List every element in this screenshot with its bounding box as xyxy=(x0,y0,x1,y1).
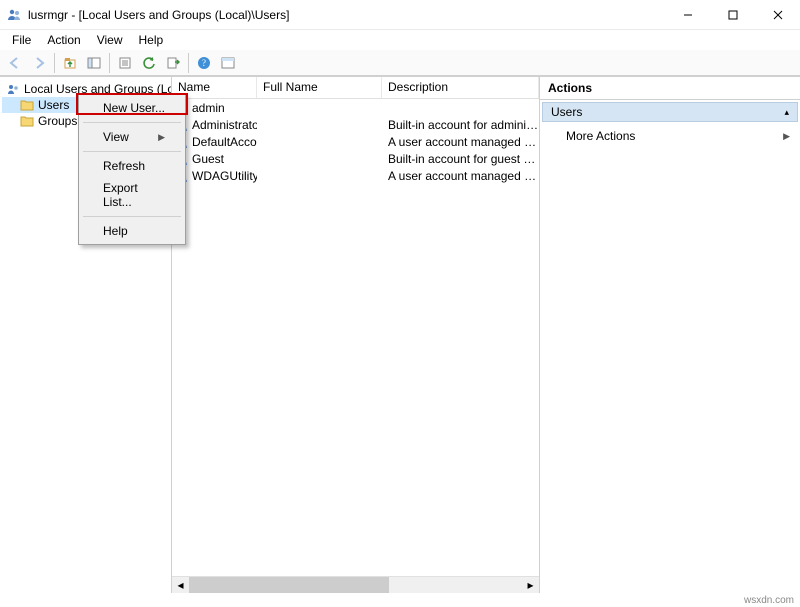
menu-help[interactable]: Help xyxy=(131,31,172,49)
context-help[interactable]: Help xyxy=(81,220,183,242)
menubar: File Action View Help xyxy=(0,30,800,50)
cell-name: Guest xyxy=(192,152,224,166)
context-new-user[interactable]: New User... xyxy=(81,97,183,119)
window-title: lusrmgr - [Local Users and Groups (Local… xyxy=(28,8,289,22)
context-export-list[interactable]: Export List... xyxy=(81,177,183,213)
view-mode-icon[interactable] xyxy=(217,52,239,74)
list-row[interactable]: WDAGUtility... A user account managed and… xyxy=(172,167,539,184)
cell-description: Built-in account for administering xyxy=(382,118,539,132)
folder-icon xyxy=(20,115,34,127)
tree-node-label: Users xyxy=(38,98,69,112)
scroll-right-icon[interactable]: ▸ xyxy=(522,577,539,594)
context-view[interactable]: View ▶ xyxy=(81,126,183,148)
list-body[interactable]: admin Administrator Built-in account for a… xyxy=(172,99,539,576)
cell-name: WDAGUtility... xyxy=(192,169,257,183)
context-separator xyxy=(83,122,181,123)
cell-name: admin xyxy=(192,101,225,115)
mmc-app-icon xyxy=(6,7,22,23)
context-refresh[interactable]: Refresh xyxy=(81,155,183,177)
submenu-arrow-icon: ▶ xyxy=(783,131,790,142)
cell-name: Administrator xyxy=(192,118,257,132)
list-row[interactable]: DefaultAcco... A user account managed by … xyxy=(172,133,539,150)
list-pane: Name Full Name Description adminAdminist… xyxy=(172,77,540,593)
context-item-label: View xyxy=(103,130,129,144)
toolbar-separator xyxy=(54,53,55,73)
tree-node-label: Groups xyxy=(38,114,77,128)
actions-pane: Actions Users ▴ More Actions ▶ xyxy=(540,77,800,593)
context-item-label: Export List... xyxy=(103,181,165,209)
list-row[interactable]: Guest Built-in account for guest access xyxy=(172,150,539,167)
scroll-thumb[interactable] xyxy=(189,577,389,594)
properties-icon[interactable] xyxy=(114,52,136,74)
context-item-label: New User... xyxy=(103,101,165,115)
column-description[interactable]: Description xyxy=(382,77,539,98)
cell-description: A user account managed and us xyxy=(382,169,539,183)
scroll-left-icon[interactable]: ◂ xyxy=(172,577,189,594)
toolbar-separator xyxy=(188,53,189,73)
export-list-icon[interactable] xyxy=(162,52,184,74)
minimize-button[interactable] xyxy=(665,0,710,30)
back-icon xyxy=(4,52,26,74)
help-icon[interactable]: ? xyxy=(193,52,215,74)
list-row[interactable]: admin xyxy=(172,99,539,116)
context-menu: New User... View ▶ Refresh Export List..… xyxy=(78,94,186,245)
submenu-arrow-icon: ▶ xyxy=(158,132,165,143)
context-separator xyxy=(83,151,181,152)
cell-description: A user account managed by the xyxy=(382,135,539,149)
refresh-icon[interactable] xyxy=(138,52,160,74)
horizontal-scrollbar[interactable]: ◂ ▸ xyxy=(172,576,539,593)
svg-text:?: ? xyxy=(202,58,206,68)
maximize-button[interactable] xyxy=(710,0,755,30)
actions-more-actions[interactable]: More Actions ▶ xyxy=(542,126,798,146)
context-item-label: Refresh xyxy=(103,159,145,173)
column-full-name[interactable]: Full Name xyxy=(257,77,382,98)
actions-header: Actions xyxy=(540,77,800,100)
close-button[interactable] xyxy=(755,0,800,30)
toolbar-separator xyxy=(109,53,110,73)
watermark: wsxdn.com xyxy=(744,595,794,606)
context-separator xyxy=(83,216,181,217)
actions-section-users[interactable]: Users ▴ xyxy=(542,102,798,122)
actions-section-label: Users xyxy=(551,105,582,119)
folder-icon xyxy=(20,99,34,111)
cell-name: DefaultAcco... xyxy=(192,135,257,149)
show-hide-tree-icon[interactable] xyxy=(83,52,105,74)
cell-description: Built-in account for guest access xyxy=(382,152,539,166)
actions-item-label: More Actions xyxy=(566,129,635,143)
collapse-icon: ▴ xyxy=(784,107,789,118)
context-item-label: Help xyxy=(103,224,128,238)
menu-file[interactable]: File xyxy=(4,31,39,49)
list-header: Name Full Name Description xyxy=(172,77,539,99)
up-icon[interactable] xyxy=(59,52,81,74)
list-row[interactable]: Administrator Built-in account for admini… xyxy=(172,116,539,133)
titlebar: lusrmgr - [Local Users and Groups (Local… xyxy=(0,0,800,30)
menu-view[interactable]: View xyxy=(89,31,131,49)
toolbar: ? xyxy=(0,50,800,76)
menu-action[interactable]: Action xyxy=(39,31,88,49)
users-groups-icon xyxy=(6,82,20,96)
forward-icon xyxy=(28,52,50,74)
